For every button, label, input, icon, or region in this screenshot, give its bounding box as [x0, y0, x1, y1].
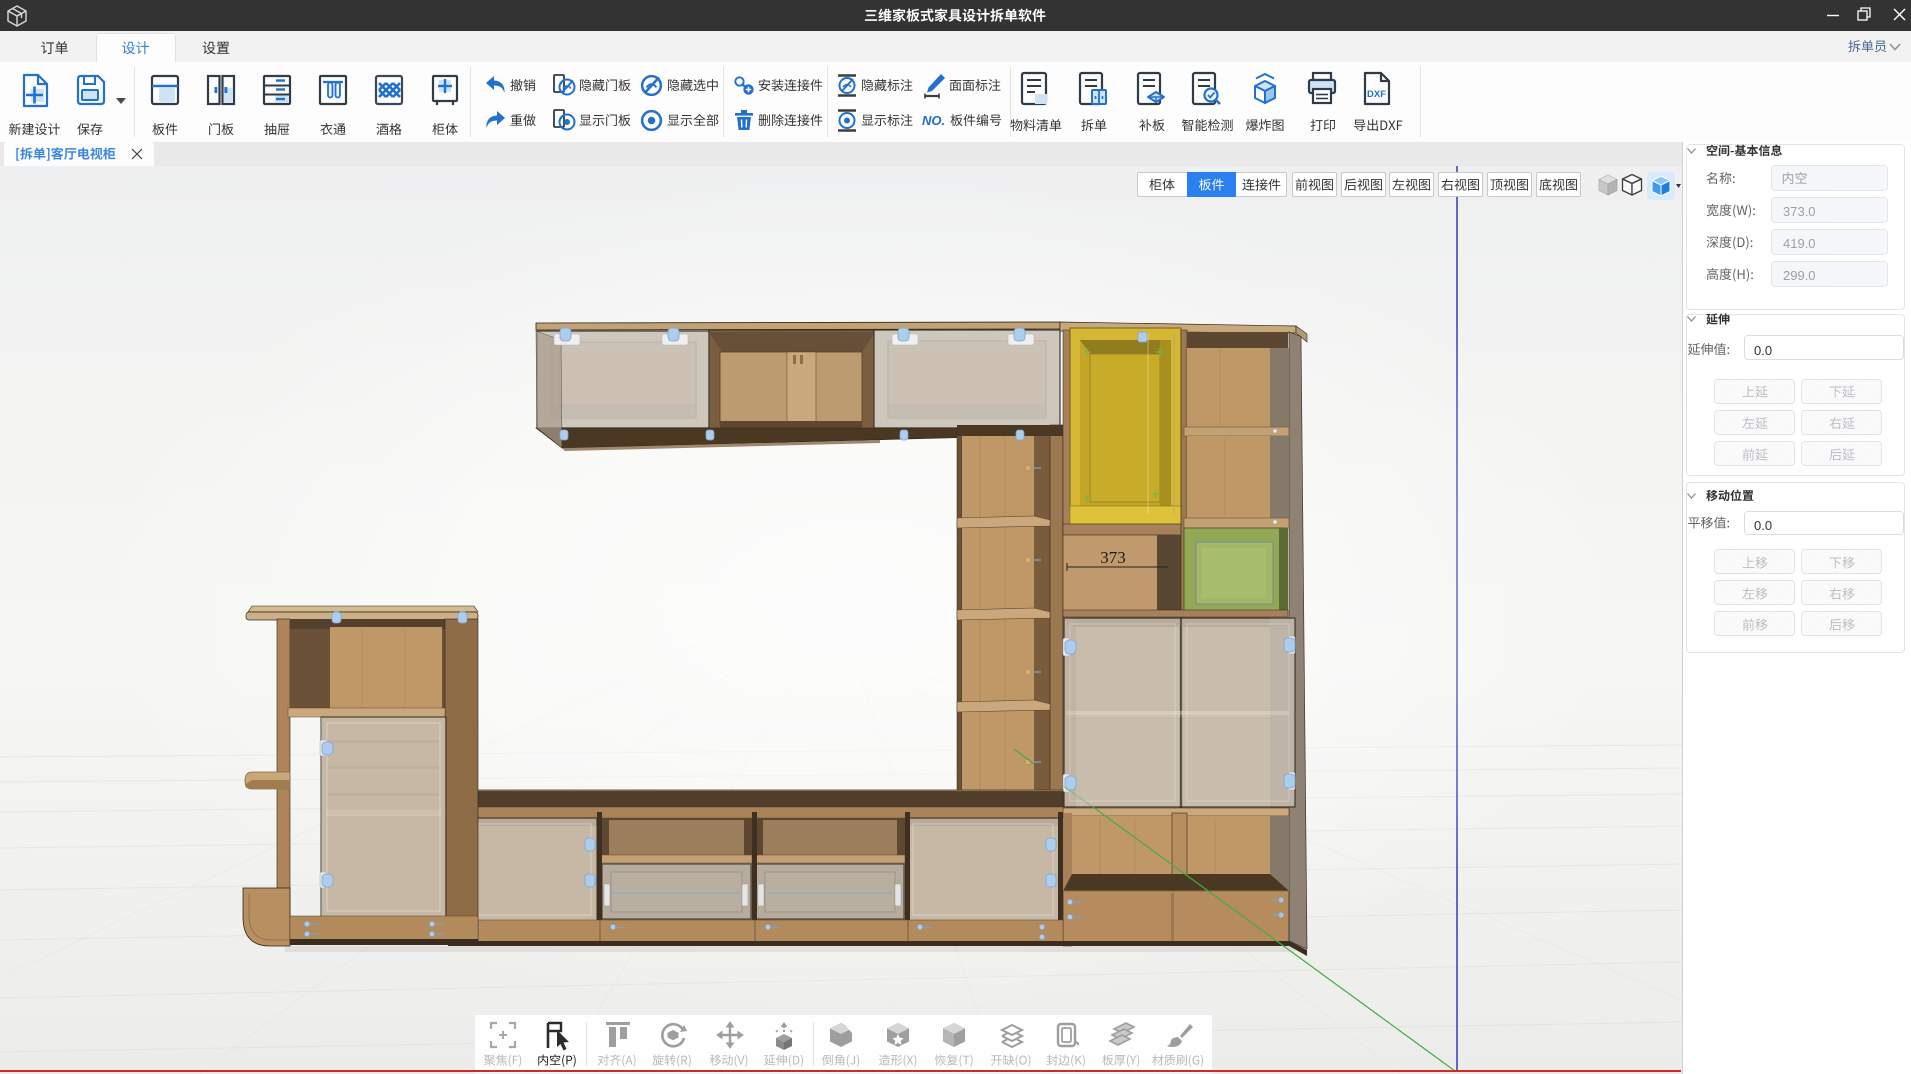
svg-text:DXF: DXF — [1367, 89, 1386, 100]
svg-text:373: 373 — [1100, 548, 1126, 567]
